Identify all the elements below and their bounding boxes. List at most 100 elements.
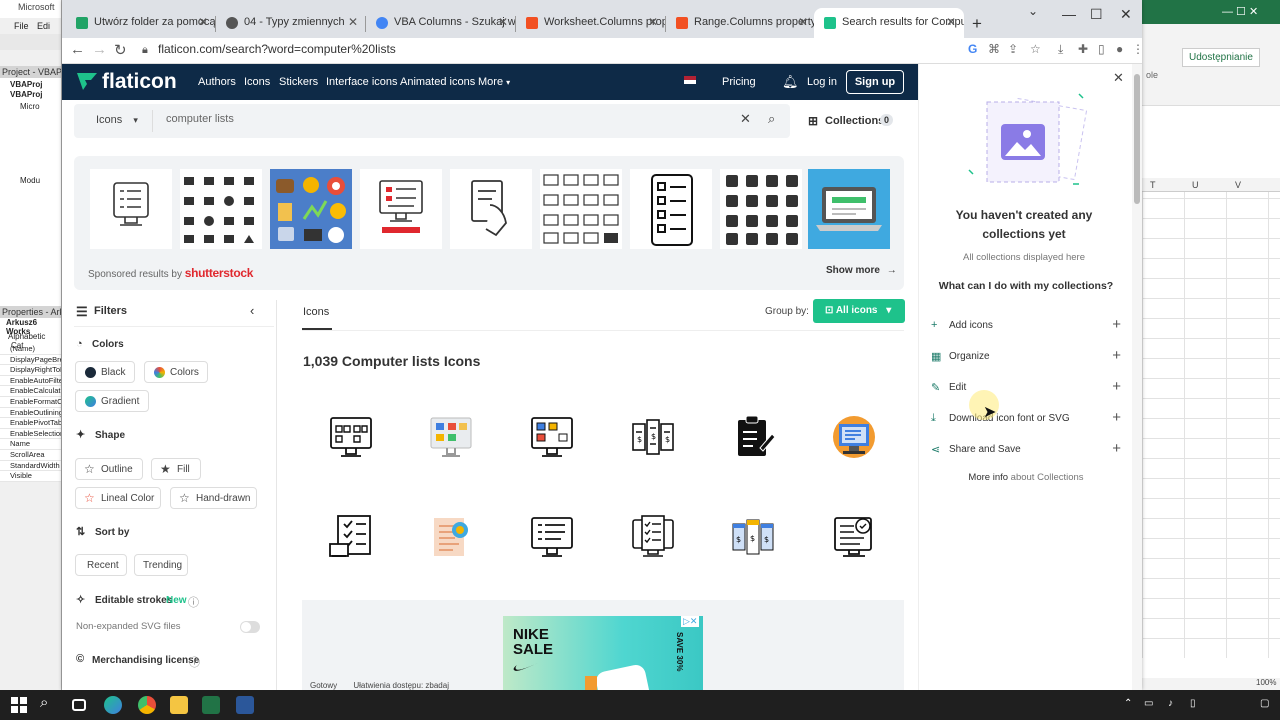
new-tab-button[interactable]: +	[972, 14, 982, 34]
vba-prop-row[interactable]: EnablePivotTab	[0, 418, 61, 429]
filter-gradient[interactable]: Gradient	[75, 390, 149, 412]
filter-fill[interactable]: ★ Fill	[151, 458, 201, 480]
nav-authors[interactable]: Authors	[198, 76, 236, 88]
vba-tree-item[interactable]: VBAProj	[10, 90, 42, 99]
sort-trending[interactable]: Trending	[134, 554, 188, 576]
download-icon[interactable]: ⤓	[1058, 42, 1063, 57]
nav-animated-icons[interactable]: Animated icons	[400, 76, 475, 88]
result-icon[interactable]	[630, 514, 676, 560]
info-icon[interactable]: ⓘ	[188, 594, 199, 610]
shutterstock-logo[interactable]: shutterstock	[185, 266, 254, 280]
sponsored-image[interactable]	[450, 169, 532, 249]
vba-prop-row[interactable]: EnableOutlining	[0, 408, 61, 419]
signup-button[interactable]: Sign up	[846, 70, 904, 94]
result-icon[interactable]	[529, 514, 575, 560]
scrollbar-thumb[interactable]	[1134, 74, 1140, 204]
filter-lineal-color[interactable]: ☆ Lineal Color	[75, 487, 161, 509]
browser-tab[interactable]: Range.Columns property (Exc✕	[666, 8, 816, 38]
tab-search-icon[interactable]: ⌄	[1028, 4, 1038, 18]
sponsored-image[interactable]	[360, 169, 442, 249]
vba-prop-row[interactable]: EnableFormatCo	[0, 397, 61, 408]
result-icon[interactable]	[428, 514, 474, 560]
close-icon[interactable]: ✕	[498, 15, 508, 29]
vba-tree-item[interactable]: Modu	[20, 176, 40, 185]
sponsored-image[interactable]	[90, 169, 172, 249]
browser-tab-active[interactable]: Search results for Computer✕	[814, 8, 964, 38]
sponsored-image[interactable]	[808, 169, 890, 249]
excel-zoom[interactable]: 100%	[1256, 678, 1276, 687]
vba-prop-row[interactable]: EnableAutoFilter	[0, 376, 61, 387]
google-icon[interactable]: G	[968, 42, 977, 56]
vba-tree-item[interactable]: VBAProj	[10, 80, 42, 89]
result-icon[interactable]	[730, 414, 776, 460]
vba-props-tab-alpha[interactable]: Alphabetic	[8, 332, 45, 341]
page-scrollbar[interactable]	[1132, 64, 1142, 690]
excel-icon[interactable]	[202, 696, 220, 714]
vba-prop-row[interactable]: DisplayRightToL	[0, 365, 61, 376]
browser-tab[interactable]: Worksheet.Columns property✕	[516, 8, 666, 38]
close-icon[interactable]: ✕	[348, 15, 358, 29]
sponsored-image[interactable]	[270, 169, 352, 249]
windows-start-icon[interactable]	[10, 696, 28, 714]
group-by-select[interactable]: ⊡ All icons ▾	[813, 299, 905, 323]
expand-plus-icon[interactable]: +	[1112, 378, 1121, 395]
url-field[interactable]: flaticon.com/search?word=computer%20list…	[158, 42, 396, 56]
collection-action-download[interactable]: ⤓ Download icon font or SVG +	[931, 409, 1121, 432]
chrome-icon[interactable]	[138, 696, 156, 714]
excel-col-header[interactable]: V	[1235, 180, 1241, 190]
result-icon[interactable]	[831, 414, 877, 460]
vba-prop-row[interactable]: Visible	[0, 471, 61, 482]
back-icon[interactable]: ←	[70, 41, 85, 58]
search-type-select[interactable]: Icons ▾	[96, 114, 138, 126]
close-icon[interactable]: ✕	[198, 15, 208, 29]
browser-tab[interactable]: VBA Columns - Szukaj w Goo✕	[366, 8, 516, 38]
bell-icon[interactable]: 🔔︎	[782, 74, 799, 90]
share-page-icon[interactable]: ⇪	[1008, 42, 1018, 56]
flaticon-logo[interactable]: flaticon	[76, 70, 177, 94]
about-collections-link[interactable]: about Collections	[1011, 472, 1084, 483]
panel-close-icon[interactable]: ✕	[1113, 70, 1124, 86]
collection-action-share[interactable]: ⋖ Share and Save +	[931, 440, 1121, 463]
vba-prop-row[interactable]: DisplayPageBrea	[0, 355, 61, 366]
minimize-icon[interactable]: —	[1062, 6, 1076, 22]
sort-recent[interactable]: Recent	[75, 554, 127, 576]
collection-action-organize[interactable]: ▦ Organize +	[931, 347, 1121, 370]
flag-icon[interactable]	[684, 76, 696, 84]
sidepanel-icon[interactable]: ▯	[1098, 42, 1105, 56]
translate-icon[interactable]: ⌘	[988, 42, 1000, 56]
volume-icon[interactable]: ♪	[1168, 698, 1173, 709]
excel-col-header[interactable]: U	[1192, 180, 1199, 190]
collections-button[interactable]: ⊞ Collections 0	[800, 104, 900, 138]
nav-interface-icons[interactable]: Interface icons	[326, 76, 398, 88]
extensions-icon[interactable]: ✚	[1078, 42, 1088, 56]
close-icon[interactable]: ✕	[648, 15, 658, 29]
sponsored-image[interactable]	[540, 169, 622, 249]
notification-icon[interactable]: ▢	[1260, 698, 1269, 709]
vba-prop-row[interactable]: (Name)	[0, 344, 61, 355]
browser-tab[interactable]: Utwórz folder za pomocą VBA✕	[66, 8, 216, 38]
info-icon[interactable]: ⓘ	[189, 654, 200, 670]
sponsored-image[interactable]	[720, 169, 802, 249]
expand-plus-icon[interactable]: +	[1112, 347, 1121, 364]
word-icon[interactable]	[236, 696, 254, 714]
collection-action-edit[interactable]: ✎ Edit +	[931, 378, 1121, 401]
result-icon[interactable]	[529, 414, 575, 460]
browser-tab[interactable]: 04 - Typy zmiennych ✕	[216, 8, 366, 38]
vba-menu-edit[interactable]: Edi	[37, 21, 50, 31]
vba-menu-file[interactable]: File	[14, 21, 29, 31]
vba-props-object[interactable]: Arkusz6 Works	[0, 318, 61, 336]
collapse-icon[interactable]: ‹	[250, 303, 254, 318]
non-expanded-toggle[interactable]	[240, 621, 260, 633]
network-icon[interactable]: ▭	[1144, 698, 1153, 709]
file-explorer-icon[interactable]	[170, 696, 188, 714]
vba-prop-row[interactable]: StandardWidth	[0, 461, 61, 472]
excel-grid[interactable]	[1142, 178, 1280, 658]
close-icon[interactable]: ✕	[798, 15, 808, 29]
vba-prop-row[interactable]: EnableSelection	[0, 429, 61, 440]
ad-choices-icon[interactable]: ▷✕	[681, 616, 700, 627]
filter-colors[interactable]: Colors	[144, 361, 208, 383]
sponsored-image[interactable]	[630, 169, 712, 249]
clear-icon[interactable]: ✕	[740, 111, 751, 127]
expand-plus-icon[interactable]: +	[1112, 316, 1121, 333]
sponsored-image[interactable]	[180, 169, 262, 249]
